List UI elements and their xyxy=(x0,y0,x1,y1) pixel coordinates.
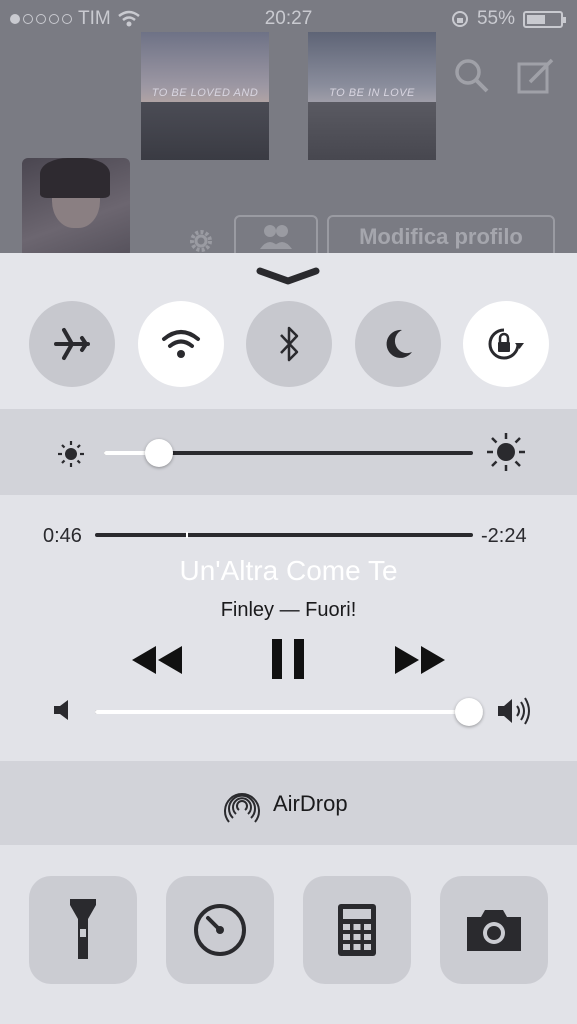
volume-high-icon xyxy=(498,697,530,725)
friends-button[interactable] xyxy=(234,215,318,256)
status-right: 55% xyxy=(451,8,566,30)
timer-button[interactable] xyxy=(166,876,274,984)
chevron-down-icon[interactable] xyxy=(256,265,320,287)
volume-slider[interactable] xyxy=(95,698,483,726)
camera-button[interactable] xyxy=(440,876,548,984)
quick-apps xyxy=(0,845,577,1024)
thumbnail-caption: TO BE LOVED AND xyxy=(151,87,259,99)
compose-icon[interactable] xyxy=(516,56,556,96)
do-not-disturb-toggle[interactable] xyxy=(355,301,441,387)
airdrop-button[interactable]: AirDrop xyxy=(0,761,577,845)
status-bar: TIM 20:27 55% xyxy=(0,0,577,38)
flashlight-icon xyxy=(70,899,96,959)
camera-icon xyxy=(467,910,521,951)
airplane-toggle[interactable] xyxy=(29,301,115,387)
calculator-button[interactable] xyxy=(303,876,411,984)
rotation-lock-toggle[interactable] xyxy=(463,301,549,387)
airdrop-icon xyxy=(224,793,260,823)
rotation-lock-icon xyxy=(488,328,524,360)
brightness-section xyxy=(0,409,577,495)
song-title: Un'Altra Come Te xyxy=(179,555,398,586)
calculator-icon xyxy=(338,904,376,956)
airplane-icon xyxy=(54,328,90,360)
volume-slider-knob[interactable] xyxy=(455,698,483,726)
playback-scrubber[interactable] xyxy=(95,532,473,539)
control-center: 0:46 -2:24 Un'Altra Come Te Finley — Fuo… xyxy=(0,253,577,1024)
brightness-high-icon xyxy=(487,433,525,471)
rotation-lock-status-icon xyxy=(451,11,468,27)
airdrop-label: AirDrop xyxy=(273,791,348,816)
toggle-row xyxy=(0,301,577,389)
bluetooth-icon xyxy=(280,326,299,362)
brightness-slider-knob[interactable] xyxy=(145,439,173,467)
wifi-icon xyxy=(162,330,200,358)
pause-icon[interactable] xyxy=(268,637,308,683)
song-artist-album: Finley — Fuori! xyxy=(220,599,357,621)
battery-icon xyxy=(523,10,566,28)
elapsed-time: 0:46 xyxy=(43,525,82,547)
fast-forward-icon[interactable] xyxy=(393,640,447,680)
battery-percent: 55% xyxy=(476,8,515,29)
flashlight-button[interactable] xyxy=(29,876,137,984)
thumbnail-1[interactable]: TO BE LOVED AND xyxy=(141,32,269,160)
avatar[interactable] xyxy=(22,158,130,256)
edit-profile-button[interactable]: Modifica profilo xyxy=(327,215,555,256)
remaining-time: -2:24 xyxy=(481,525,527,547)
gear-icon[interactable] xyxy=(186,226,216,256)
timer-icon xyxy=(194,904,246,956)
wifi-toggle[interactable] xyxy=(138,301,224,387)
playback-position-marker xyxy=(186,532,188,538)
brightness-slider[interactable] xyxy=(104,439,473,467)
brightness-low-icon xyxy=(58,441,84,467)
volume-low-icon xyxy=(54,700,68,720)
people-icon xyxy=(260,225,292,249)
background-app: TIM 20:27 55% TO BE LOVED AND TO BE IN L… xyxy=(0,0,577,256)
bluetooth-toggle[interactable] xyxy=(246,301,332,387)
thumbnail-caption: TO BE IN LOVE xyxy=(329,87,415,99)
thumbnail-2[interactable]: TO BE IN LOVE xyxy=(308,32,436,160)
moon-icon xyxy=(386,329,412,358)
media-section: 0:46 -2:24 Un'Altra Come Te Finley — Fuo… xyxy=(0,495,577,761)
search-icon[interactable] xyxy=(452,56,492,96)
rewind-icon[interactable] xyxy=(130,640,184,680)
